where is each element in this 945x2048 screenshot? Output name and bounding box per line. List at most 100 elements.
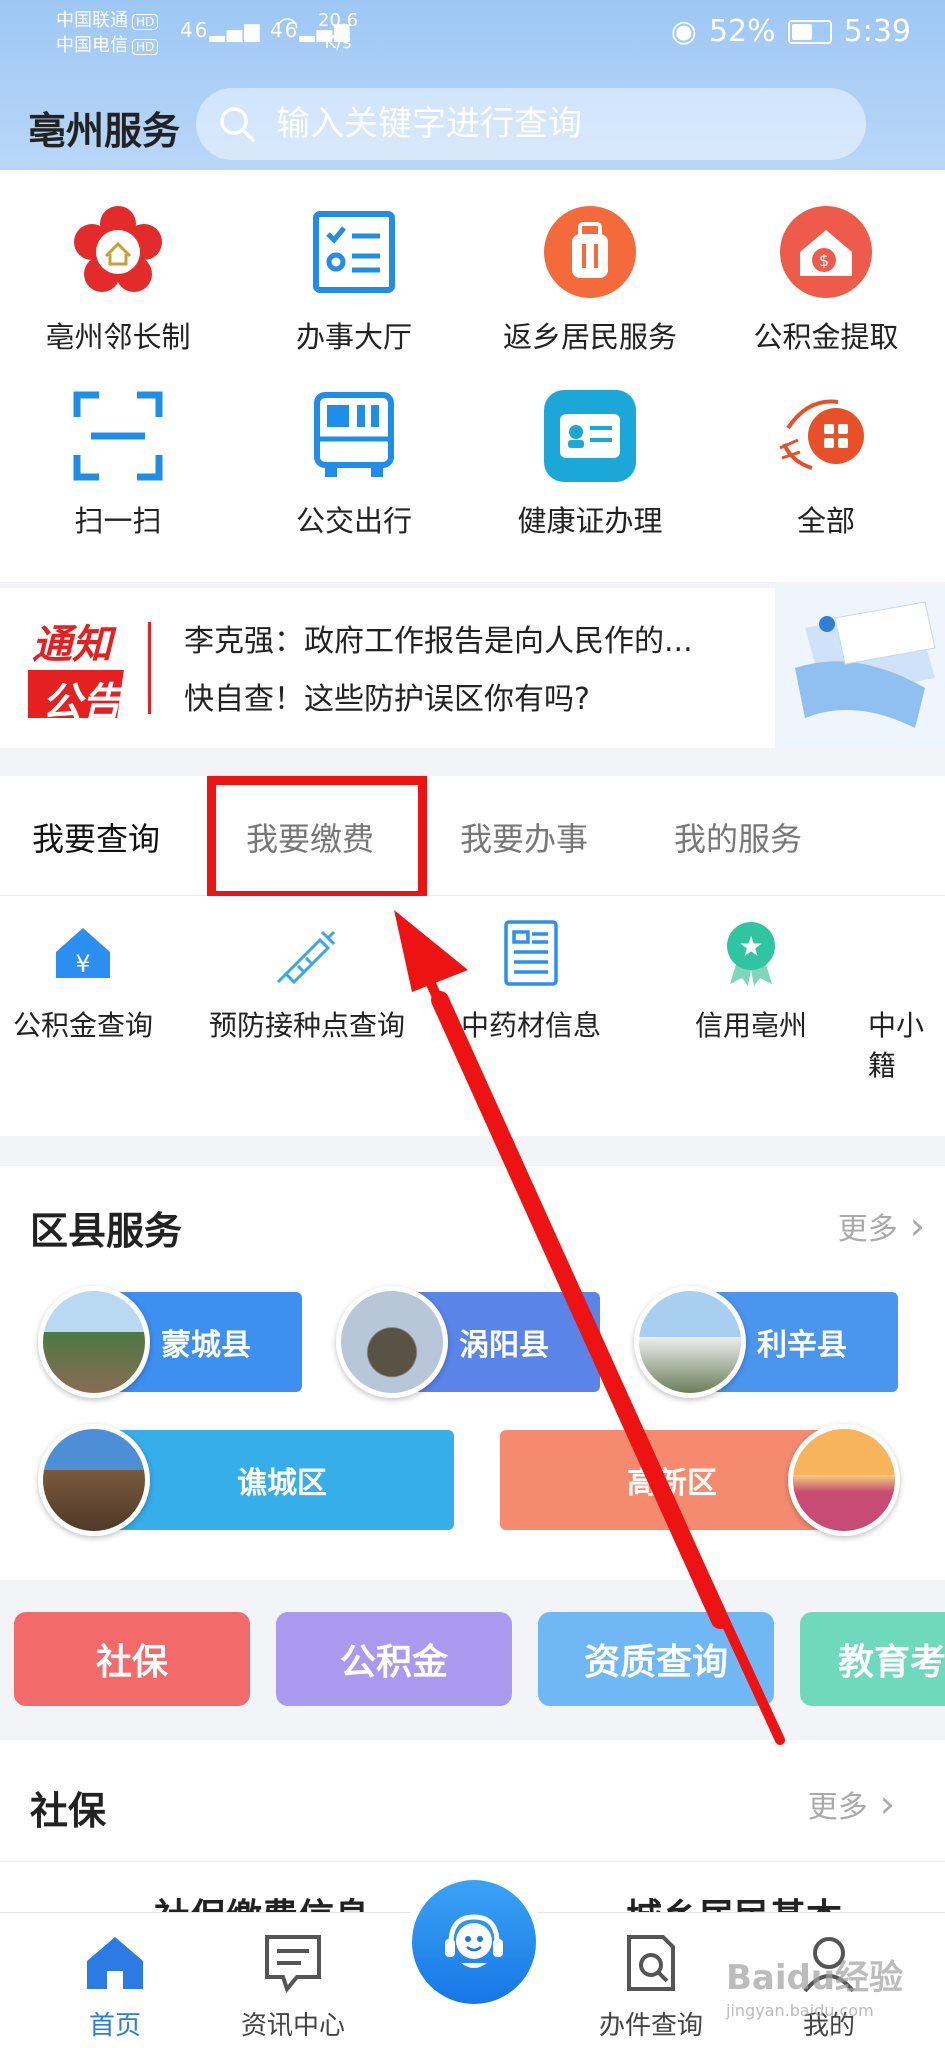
category-shebao[interactable]: 社保 <box>14 1612 250 1706</box>
category-gongjijin[interactable]: 公积金 <box>276 1612 512 1706</box>
grid-item-bus[interactable]: 公交出行 <box>236 388 472 540</box>
grid-label: 返乡居民服务 <box>502 320 677 354</box>
notice-logo-line1: 通知 <box>32 622 112 668</box>
network-speed: 20.6 K/s <box>318 10 359 53</box>
tab-item-label: 中小籍 <box>868 1009 925 1082</box>
grid-label: 健康证办理 <box>517 504 663 538</box>
qiaocheng-photo <box>38 1424 150 1536</box>
notice-logo-line2: 公告 <box>42 680 122 726</box>
headset-icon <box>412 1880 536 2004</box>
tab-item-credit[interactable]: ★ 信用亳州 <box>646 918 856 1046</box>
screen: { "status": { "carrier1": "中国联通", "carri… <box>0 0 945 2048</box>
document-list-icon <box>496 918 566 988</box>
tab-item-herbs[interactable]: 中药材信息 <box>426 918 636 1046</box>
tab-query[interactable]: 我要查询 <box>32 814 160 860</box>
message-icon <box>261 1933 325 1994</box>
house-coin-icon: $ <box>778 204 874 300</box>
svg-text:¥: ¥ <box>75 950 90 978</box>
grid-label: 亳州邻长制 <box>45 320 191 354</box>
battery-icon <box>787 19 832 44</box>
search-icon <box>220 107 255 142</box>
grid-item-fanxiang[interactable]: 返乡居民服务 <box>472 204 708 356</box>
grid-item-health-cert[interactable]: 健康证办理 <box>472 388 708 540</box>
grid-label: 办事大厅 <box>295 320 412 354</box>
tab-item-label: 公积金查询 <box>12 1009 153 1042</box>
flower-logo-icon <box>70 204 166 300</box>
quick-services-grid: 亳州邻长制 办事大厅 返乡居民服务 $ 公积金提取 扫一扫 公交出行 健康证办理… <box>0 170 945 582</box>
mengcheng-photo <box>38 1286 150 1398</box>
page-title: 亳州服务 <box>28 109 181 153</box>
placeholder-icon <box>868 918 938 988</box>
county-services: 区县服务 更多 › 蒙城县 涡阳县 利辛县 谯城区 高新区 <box>0 1166 945 1580</box>
status-right: ◉ 52% 5:39 <box>671 14 911 49</box>
carrier-1: 中国联通 <box>56 10 128 31</box>
notice-logo: 通知 公告 <box>17 612 138 726</box>
scan-icon <box>70 388 166 484</box>
clock: 5:39 <box>843 14 911 49</box>
county-title: 区县服务 <box>30 1209 183 1253</box>
grid-item-linzhangzhi[interactable]: 亳州邻长制 <box>0 204 236 356</box>
tab-affairs[interactable]: 我要办事 <box>460 814 588 860</box>
tab-item-vaccine[interactable]: 预防接种点查询 <box>202 918 412 1046</box>
tab-item-gongjijin-query[interactable]: ¥ 公积金查询 <box>0 918 188 1046</box>
shebao-title: 社保 <box>30 1789 107 1833</box>
tab-items-row: ¥ 公积金查询 预防接种点查询 中药材信息 ★ 信用亳州 中小籍 <box>0 896 945 1136</box>
grid-label: 全部 <box>796 504 855 538</box>
grid-item-gongjijin-tiqu[interactable]: $ 公积金提取 <box>708 204 944 356</box>
grid-item-banshidating[interactable]: 办事大厅 <box>236 204 472 356</box>
search-input[interactable] <box>276 104 836 144</box>
notice-line-1[interactable]: 李克强：政府工作报告是向人民作的... <box>184 616 693 660</box>
notice-divider <box>148 622 151 714</box>
hd-badge-1: HD <box>132 14 159 30</box>
county-more-link[interactable]: 更多 › <box>838 1204 925 1248</box>
grid-item-scan[interactable]: 扫一扫 <box>0 388 236 540</box>
grid-label: 公交出行 <box>295 504 412 538</box>
category-zizhi[interactable]: 资质查询 <box>538 1612 774 1706</box>
tab-item-label: 预防接种点查询 <box>208 1009 405 1042</box>
shebao-more-link[interactable]: 更多 › <box>808 1782 895 1826</box>
header-bar: 中国联通 HD 中国电信 HD 46▂▄▆ 46▂▄▆ ◠ 20.6 K/s ◉ 52… <box>0 0 945 170</box>
service-tabs: 我要查询 我要缴费 我要办事 我的服务 <box>0 776 945 896</box>
county-qiaocheng[interactable]: 谯城区 <box>110 1430 454 1530</box>
search-bar[interactable] <box>196 88 866 160</box>
category-buttons: 社保 公积金 资质查询 教育考 <box>0 1580 945 1740</box>
doc-search-icon <box>619 1933 683 1993</box>
chevron-right-icon: › <box>879 1782 895 1826</box>
lixin-photo <box>634 1286 746 1398</box>
nav-case-query[interactable]: 办件查询 <box>576 1933 726 2042</box>
guoyang-photo <box>336 1286 448 1398</box>
tab-item-label: 信用亳州 <box>694 1009 807 1042</box>
badge-star-icon: ★ <box>716 918 786 988</box>
category-education[interactable]: 教育考 <box>800 1612 945 1706</box>
grid-label: 扫一扫 <box>74 504 162 538</box>
all-apps-icon <box>778 388 874 484</box>
syringe-icon <box>272 918 342 988</box>
highlight-box <box>207 776 427 900</box>
hd-badge-2: HD <box>132 39 159 55</box>
notice-line-2[interactable]: 快自查！这些防护误区你有吗? <box>184 674 590 718</box>
tab-my-service[interactable]: 我的服务 <box>674 814 802 860</box>
eye-icon: ◉ <box>670 14 697 49</box>
carriers: 中国联通 HD 中国电信 HD <box>56 8 159 58</box>
luggage-icon <box>542 204 638 300</box>
id-card-icon <box>542 388 638 484</box>
grid-label: 公积金提取 <box>753 320 899 354</box>
home-icon <box>83 1933 147 1993</box>
bus-icon <box>306 388 402 484</box>
checklist-icon <box>306 204 402 300</box>
notice-banner[interactable]: 通知 公告 李克强：政府工作报告是向人民作的... 快自查！这些防护误区你有吗? <box>0 588 945 748</box>
nav-home[interactable]: 首页 <box>40 1933 190 2042</box>
nav-news[interactable]: 资讯中心 <box>218 1933 368 2042</box>
tab-item-smb[interactable]: 中小籍 <box>868 918 945 1086</box>
chevron-right-icon: › <box>909 1204 925 1248</box>
gaoxin-photo <box>788 1424 900 1536</box>
carrier-2: 中国电信 <box>56 35 128 56</box>
customer-service-button[interactable] <box>404 1872 544 2012</box>
notice-illustration <box>775 588 945 748</box>
status-bar: 中国联通 HD 中国电信 HD 46▂▄▆ 46▂▄▆ ◠ 20.6 K/s ◉ 52… <box>0 0 945 62</box>
battery-percent: 52% <box>708 14 776 49</box>
svg-text:$: $ <box>819 251 829 270</box>
svg-text:★: ★ <box>738 930 763 963</box>
watermark: Baidu经验 jingyan.baidu.com <box>726 1958 904 2020</box>
grid-item-all[interactable]: 全部 <box>708 388 944 540</box>
